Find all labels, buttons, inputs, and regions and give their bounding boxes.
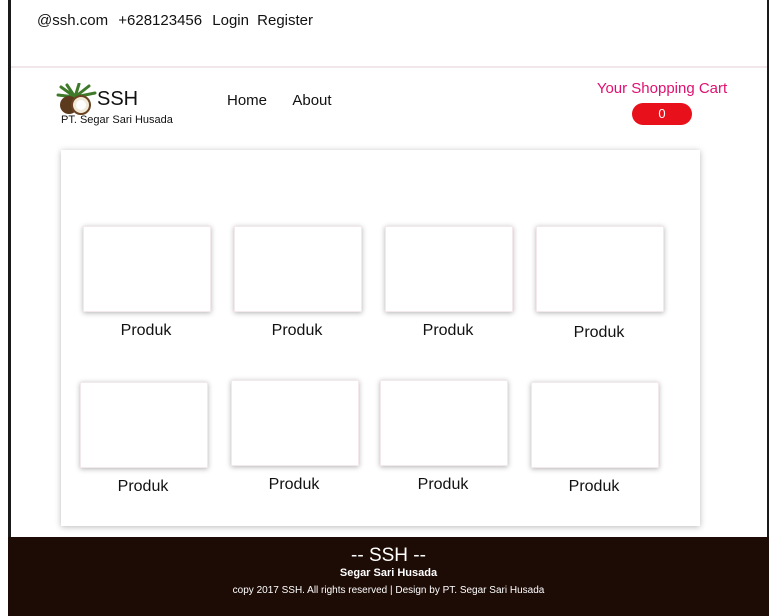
product-name: Produk xyxy=(120,322,172,339)
nav-about[interactable]: About xyxy=(292,92,331,109)
cart-title[interactable]: Your Shopping Cart xyxy=(587,80,737,97)
product-thumbnail[interactable] xyxy=(231,380,359,466)
nav-home[interactable]: Home xyxy=(227,92,267,109)
cart-count-badge[interactable]: 0 xyxy=(632,103,692,125)
footer-subtitle: Segar Sari Husada xyxy=(339,567,438,579)
main-nav: Home About xyxy=(227,92,354,109)
shopping-cart[interactable]: Your Shopping Cart 0 xyxy=(587,80,737,125)
product-name: Produk xyxy=(573,324,625,341)
product-card[interactable]: Produk xyxy=(380,380,508,494)
product-thumbnail[interactable] xyxy=(234,226,362,312)
product-name: Produk xyxy=(417,476,469,493)
product-name: Produk xyxy=(422,322,474,339)
product-card[interactable]: Produk xyxy=(536,226,664,342)
product-name: Produk xyxy=(271,322,323,339)
product-name: Produk xyxy=(268,476,320,493)
product-thumbnail[interactable] xyxy=(380,380,508,466)
top-bar: @ssh.com +628123456 Login Register xyxy=(11,0,767,68)
product-name: Produk xyxy=(568,478,620,495)
product-card[interactable]: Produk xyxy=(531,382,659,496)
product-card[interactable]: Produk xyxy=(83,226,211,340)
product-thumbnail[interactable] xyxy=(80,382,208,468)
contact-info: @ssh.com +628123456 Login Register xyxy=(37,12,317,29)
footer-title: -- SSH -- xyxy=(351,545,426,566)
product-card[interactable]: Produk xyxy=(385,226,513,340)
coconut-logo-icon xyxy=(56,83,97,115)
product-thumbnail[interactable] xyxy=(531,382,659,468)
brand-name: SSH xyxy=(97,88,139,110)
site-logo[interactable]: SSH PT. Segar Sari Husada xyxy=(55,80,205,130)
contact-phone: +628123456 xyxy=(118,12,203,29)
product-name: Produk xyxy=(117,478,169,495)
site-header: SSH PT. Segar Sari Husada Home About You… xyxy=(11,68,767,148)
login-link[interactable]: Login xyxy=(212,12,249,29)
product-panel: Produk Produk Produk Produk Produk Produ… xyxy=(61,150,700,526)
company-name: PT. Segar Sari Husada xyxy=(61,114,173,126)
contact-email: @ssh.com xyxy=(37,12,109,29)
footer-copyright: copy 2017 SSH. All rights reserved | Des… xyxy=(232,585,545,596)
product-card[interactable]: Produk xyxy=(231,380,359,494)
product-card[interactable]: Produk xyxy=(80,382,208,496)
site-footer: -- SSH -- Segar Sari Husada copy 2017 SS… xyxy=(8,537,769,616)
product-thumbnail[interactable] xyxy=(536,226,664,312)
product-thumbnail[interactable] xyxy=(83,226,211,312)
product-thumbnail[interactable] xyxy=(385,226,513,312)
register-link[interactable]: Register xyxy=(257,12,313,29)
product-card[interactable]: Produk xyxy=(234,226,362,340)
